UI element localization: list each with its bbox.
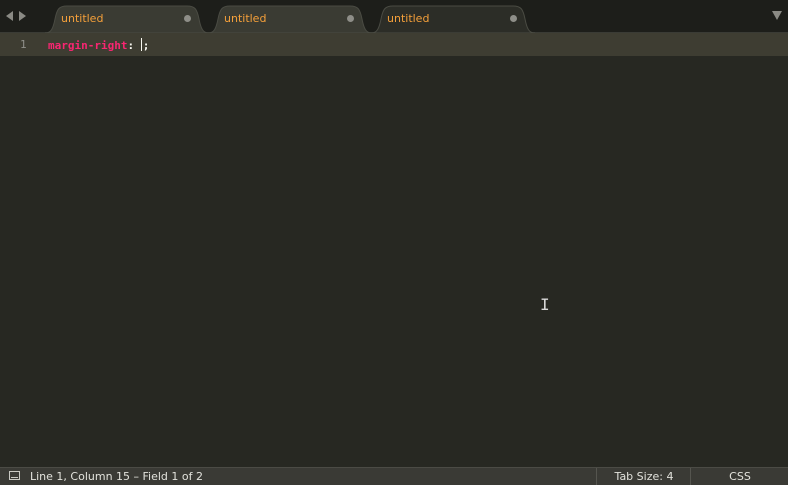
code-line[interactable]: margin-right: ; [48, 38, 149, 52]
dot-icon[interactable] [347, 15, 354, 22]
line-number: 1 [20, 38, 27, 51]
chevron-right-icon[interactable] [19, 11, 26, 21]
dot-icon[interactable] [510, 15, 517, 22]
tab-label: untitled [387, 12, 430, 25]
tab-label: untitled [61, 12, 104, 25]
tab-untitled-1[interactable]: untitled [45, 5, 209, 33]
tab-label: untitled [224, 12, 267, 25]
tab-bar: untitled untitled untitled [0, 0, 788, 33]
status-bar: Line 1, Column 15 – Field 1 of 2 Tab Siz… [0, 467, 788, 485]
css-colon: : [127, 39, 141, 52]
cursor-position-status: Line 1, Column 15 – Field 1 of 2 [30, 470, 204, 483]
tab-size-button[interactable]: Tab Size: 4 [596, 468, 691, 485]
ibeam-cursor-icon: I [540, 295, 550, 314]
syntax-button[interactable]: CSS [690, 468, 788, 485]
chevron-down-icon[interactable] [772, 11, 782, 20]
css-property: margin-right [48, 39, 128, 52]
panel-icon[interactable] [9, 471, 20, 480]
editor-area[interactable]: 1 margin-right: ; I [0, 33, 788, 467]
chevron-left-icon[interactable] [6, 11, 13, 21]
text-caret [140, 38, 142, 51]
tab-untitled-2[interactable]: untitled [208, 5, 372, 33]
tab-untitled-3-active[interactable]: untitled [371, 5, 535, 33]
tab-nav-arrows [6, 9, 26, 23]
gutter: 1 [0, 33, 40, 467]
dot-icon[interactable] [184, 15, 191, 22]
css-semicolon: ; [142, 39, 150, 52]
